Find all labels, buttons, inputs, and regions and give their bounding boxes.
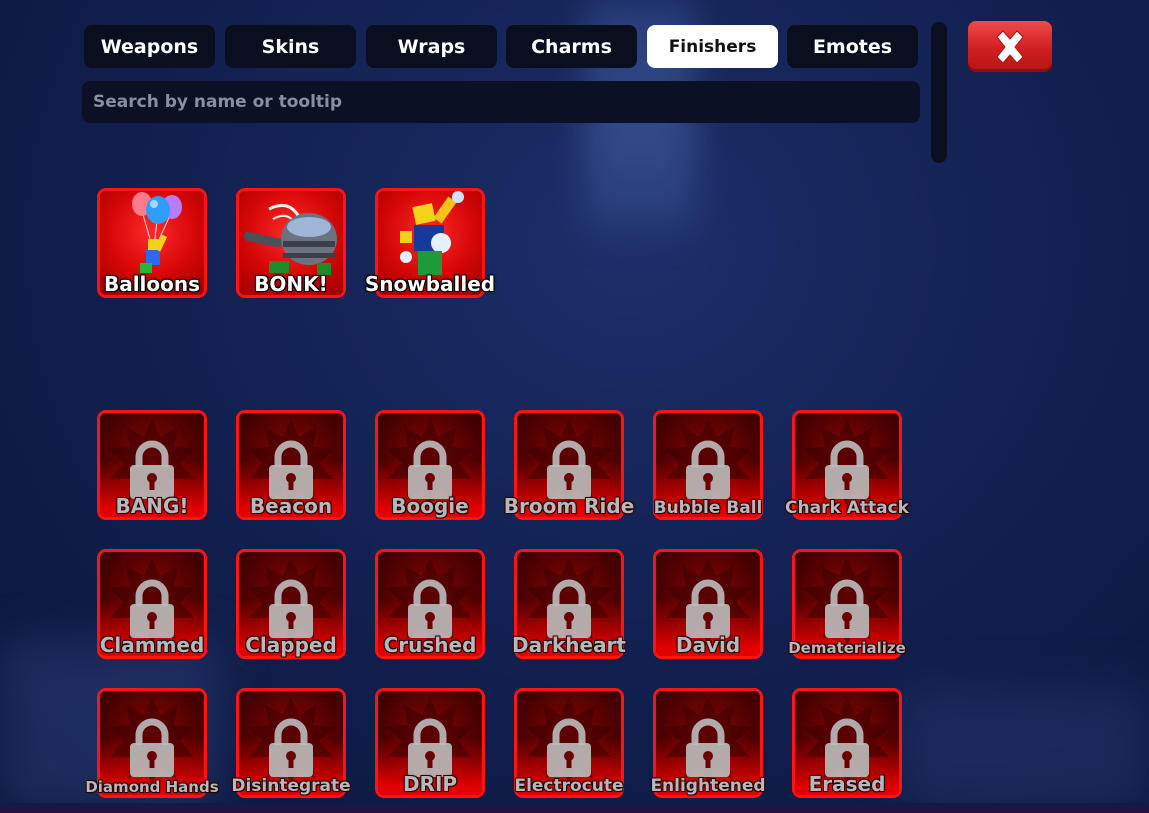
locked-finisher-tile[interactable]: Bubble Ball: [653, 410, 763, 520]
locked-finisher-tile[interactable]: DRIP: [375, 688, 485, 798]
search-placeholder: Search by name or tooltip: [93, 92, 343, 112]
tab-weapons[interactable]: Weapons: [84, 25, 215, 68]
locked-finisher-tile[interactable]: Broom Ride: [504, 410, 634, 520]
locked-finisher-tile[interactable]: Beacon: [236, 410, 346, 520]
search-input[interactable]: Search by name or tooltip: [82, 81, 920, 123]
tab-skins[interactable]: Skins: [225, 25, 356, 68]
locked-finisher-tile[interactable]: Clapped: [236, 549, 346, 659]
locked-finisher-tile[interactable]: BANG!: [97, 410, 207, 520]
locked-finisher-tile[interactable]: Darkheart: [512, 549, 626, 659]
locked-finisher-tile[interactable]: Disintegrate: [231, 688, 351, 798]
finisher-tile-snowballed[interactable]: Snowballed: [365, 188, 495, 298]
tile-label: Chark Attack: [785, 498, 909, 518]
tab-wraps[interactable]: Wraps: [366, 25, 497, 68]
close-button[interactable]: [968, 21, 1052, 72]
tile-label: Erased: [808, 772, 886, 796]
tile-label: Snowballed: [364, 272, 496, 296]
locked-finisher-tile[interactable]: Diamond Hands: [85, 688, 219, 798]
locked-finisher-tile[interactable]: Chark Attack: [785, 410, 909, 520]
tab-finishers[interactable]: Finishers: [647, 25, 778, 68]
locked-finisher-tile[interactable]: Enlightened: [650, 688, 766, 798]
locked-finisher-tile[interactable]: Dematerialize: [788, 549, 906, 659]
close-x-icon: [996, 29, 1024, 64]
tabs-scrollbar[interactable]: [931, 22, 947, 163]
locked-finisher-tile[interactable]: Boogie: [375, 410, 485, 520]
background-glow: [900, 690, 1149, 813]
finisher-tile-bonk[interactable]: BONK!: [236, 188, 346, 298]
tab-emotes[interactable]: Emotes: [787, 25, 918, 68]
locked-finisher-tile[interactable]: Crushed: [375, 549, 485, 659]
background-strip: [0, 803, 1149, 813]
tab-charms[interactable]: Charms: [506, 25, 637, 68]
locked-finisher-tile[interactable]: Erased: [792, 688, 902, 798]
finisher-tile-balloons[interactable]: Balloons: [97, 188, 207, 298]
locked-finisher-tile[interactable]: Electrocute: [514, 688, 624, 798]
locked-finisher-tile[interactable]: Clammed: [97, 549, 207, 659]
locked-finisher-tile[interactable]: David: [653, 549, 763, 659]
tile-label: Dematerialize: [788, 639, 906, 657]
